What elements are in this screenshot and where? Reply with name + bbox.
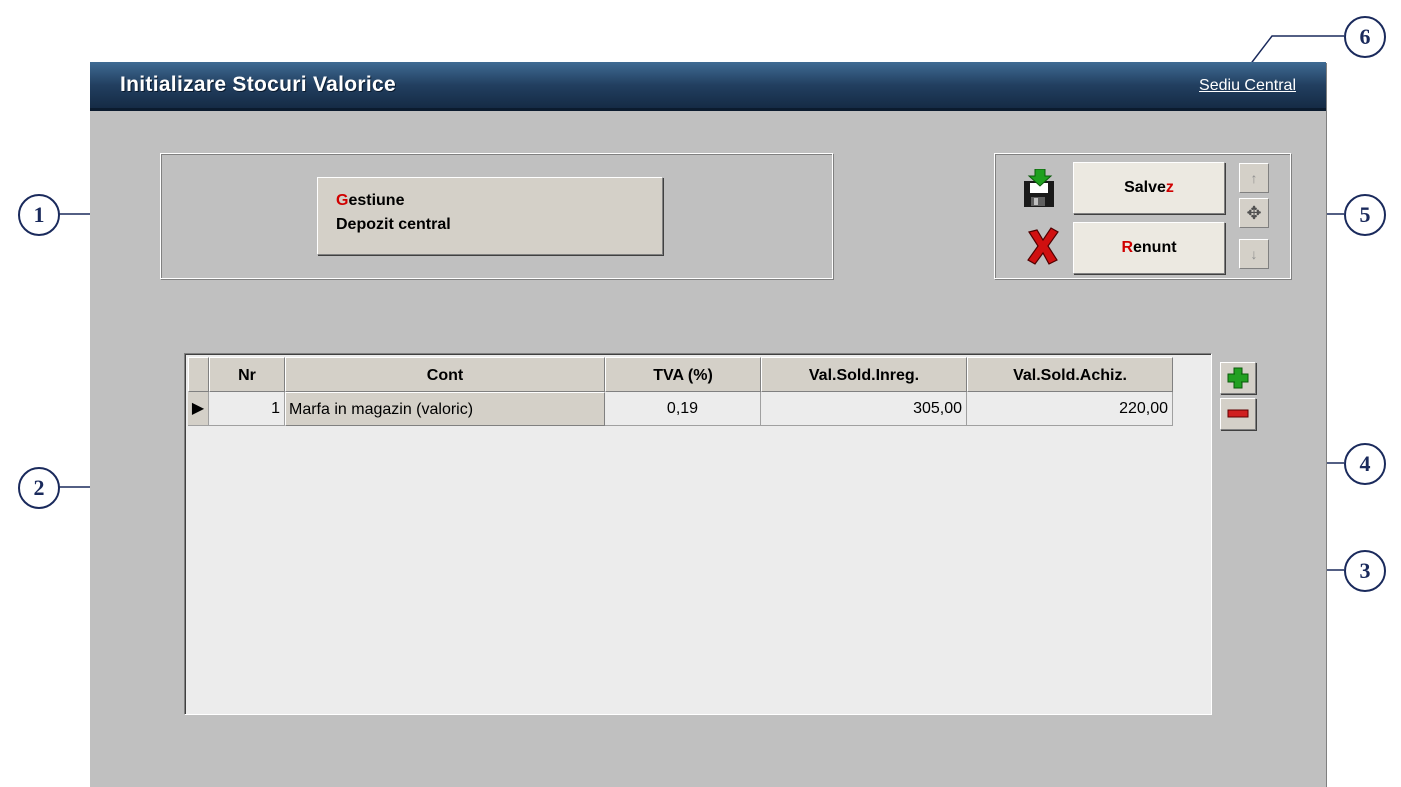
move-down-button[interactable]: ↓ <box>1239 239 1269 269</box>
cancel-hotkey: R <box>1121 239 1133 256</box>
callout-1: 1 <box>18 194 60 236</box>
row-selector-icon: ▶ <box>188 392 209 426</box>
gestiune-group: Gestiune Depozit central <box>160 153 834 280</box>
column-header-tva[interactable]: TVA (%) <box>605 357 761 392</box>
move-up-button[interactable]: ↑ <box>1239 163 1269 193</box>
cell-val-sold-inreg[interactable]: 305,00 <box>761 392 967 426</box>
save-icon <box>1024 169 1054 207</box>
column-header-cont[interactable]: Cont <box>285 357 605 392</box>
arrow-down-icon: ↓ <box>1250 246 1258 262</box>
add-row-button[interactable] <box>1220 362 1256 394</box>
column-header-val-sold-achiz[interactable]: Val.Sold.Achiz. <box>967 357 1173 392</box>
save-button[interactable]: Salvez <box>1073 162 1225 214</box>
branch-link[interactable]: Sediu Central <box>1199 77 1296 95</box>
cell-cont[interactable]: Marfa in magazin (valoric) <box>285 392 605 426</box>
cell-val-sold-achiz[interactable]: 220,00 <box>967 392 1173 426</box>
grid-row-buttons <box>1215 362 1261 434</box>
cell-tva[interactable]: 0,19 <box>605 392 761 426</box>
cell-nr[interactable]: 1 <box>209 392 285 426</box>
column-header-nr[interactable]: Nr <box>209 357 285 392</box>
window-title: Initializare Stocuri Valorice <box>120 73 396 96</box>
cancel-icon <box>1027 227 1059 265</box>
gestiune-value: Depozit central <box>336 216 451 233</box>
gestiune-button[interactable]: Gestiune Depozit central <box>317 177 663 255</box>
cancel-button[interactable]: Renunt <box>1073 222 1225 274</box>
delete-row-button[interactable] <box>1220 398 1256 430</box>
move-icon: ✥ <box>1246 203 1262 223</box>
save-hotkey: z <box>1165 179 1174 196</box>
gestiune-hotkey: G <box>336 192 349 209</box>
callout-6: 6 <box>1344 16 1386 58</box>
callout-3: 3 <box>1344 550 1386 592</box>
stocks-grid[interactable]: Nr Cont TVA (%) Val.Sold.Inreg. Val.Sold… <box>184 353 1212 715</box>
initializare-stocuri-window: Initializare Stocuri Valorice Sediu Cent… <box>90 62 1326 787</box>
plus-icon <box>1227 367 1249 389</box>
gestiune-label: Gestiune <box>336 192 404 210</box>
row-indicator-header <box>188 357 209 392</box>
callout-5: 5 <box>1344 194 1386 236</box>
save-label-prefix: Salve <box>1124 179 1166 196</box>
gestiune-label-rest: estiune <box>348 192 405 209</box>
minus-icon <box>1227 409 1249 418</box>
arrow-up-icon: ↑ <box>1250 170 1258 186</box>
callout-2: 2 <box>18 467 60 509</box>
move-button[interactable]: ✥ <box>1239 198 1269 228</box>
callout-4: 4 <box>1344 443 1386 485</box>
title-bar: Initializare Stocuri Valorice Sediu Cent… <box>90 62 1326 111</box>
actions-group: Salvez Renunt ↑ ✥ ↓ <box>994 153 1292 280</box>
cancel-label-rest: enunt <box>1133 239 1177 256</box>
column-header-val-sold-inreg[interactable]: Val.Sold.Inreg. <box>761 357 967 392</box>
